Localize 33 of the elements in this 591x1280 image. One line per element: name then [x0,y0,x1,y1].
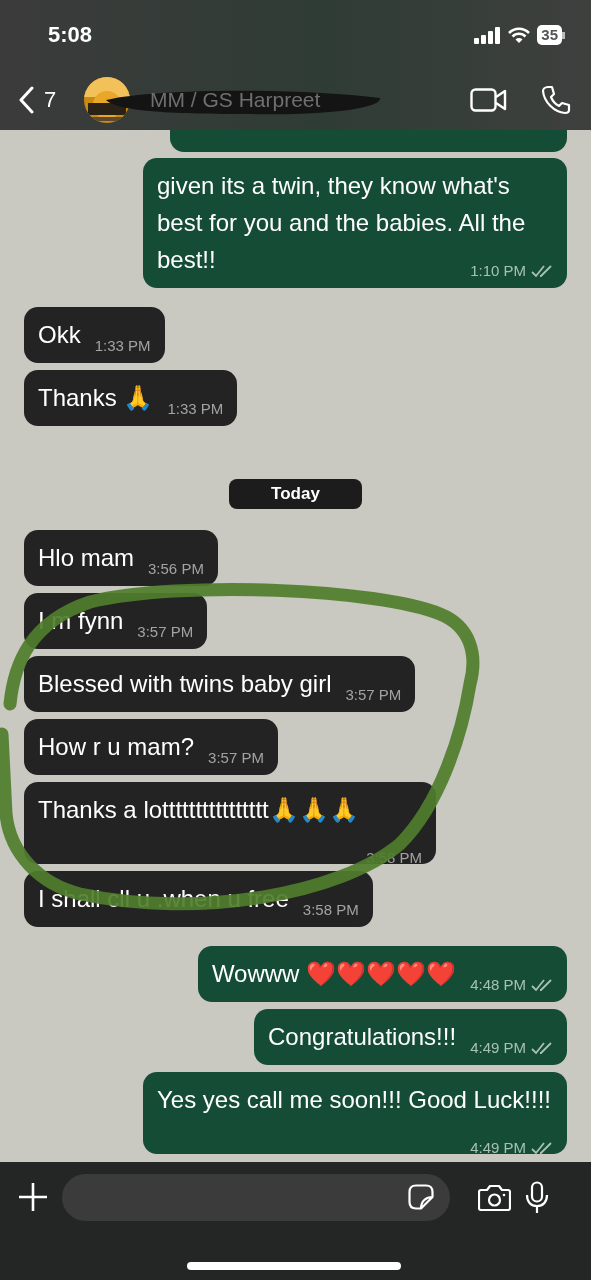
sticker-icon[interactable] [408,1184,434,1210]
message-time: 4:49 PM [470,1038,526,1058]
phone-icon[interactable] [541,85,571,115]
message-time: 1:33 PM [167,399,224,419]
microphone-icon[interactable] [525,1180,549,1214]
message-time: 3:57 PM [137,622,194,642]
camera-icon[interactable] [478,1183,511,1211]
wifi-icon [508,26,531,44]
message-bubble[interactable]: Wowww ❤❤❤❤❤ 4:48 PM [197,946,567,1002]
message-time: 4:48 PM [470,975,526,995]
unread-count[interactable]: 7 [44,87,84,113]
plus-icon[interactable] [18,1182,48,1212]
message-time: 1:10 PM [470,261,526,281]
video-call-icon[interactable] [470,88,507,112]
message-time: 3:57 PM [208,748,264,768]
message-time: 3:56 PM [148,559,204,579]
message-bubble[interactable]: Okk 1:33 PM [24,307,165,363]
signal-icon [474,26,502,44]
message-time: 3:58 PM [302,900,359,920]
date-label: Today [229,479,362,509]
message-bubble[interactable]: Yes yes call me soon!!! Good Luck!!!! 4:49 PM [143,1072,567,1154]
message-time: 3:57 PM [345,685,402,705]
message-bubble[interactable]: Hlo mam 3:56 PM [24,530,218,586]
battery-icon: 35 [537,25,565,45]
message-bubble[interactable]: Congratulations!!! 4:49 PM [254,1009,567,1065]
message-bubble[interactable]: How r u mam? 3:57 PM [24,719,278,775]
message-time: 1:33 PM [94,336,151,356]
back-icon[interactable] [18,86,34,114]
message-bubble[interactable]: given its a twin, they know what's best for you and the babies. All the best!! 1:10 PM [143,158,567,288]
status-time: 5:08 [48,22,94,48]
message-field[interactable] [62,1173,450,1221]
message-bubble[interactable]: Thanks 🙏 1:33 PM [24,370,238,426]
message-bubble[interactable]: Blessed with twins baby girl 3:57 PM [24,656,416,712]
